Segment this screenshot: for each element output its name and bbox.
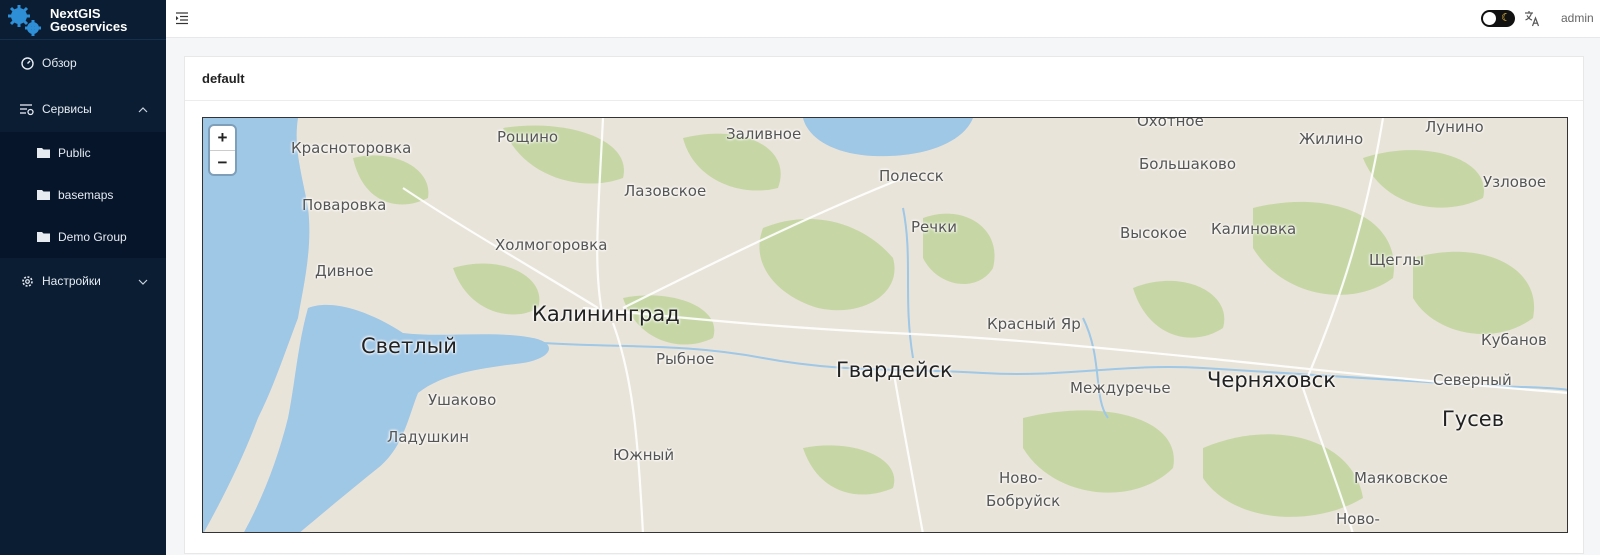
- sidebar-item-label: Сервисы: [42, 102, 92, 116]
- map-label: Холмогоровка: [495, 236, 608, 254]
- chevron-down-icon: [138, 276, 148, 286]
- brand[interactable]: NextGIS Geoservices: [0, 0, 166, 40]
- sidebar-item-label: Настройки: [42, 274, 101, 288]
- zoom-in-button[interactable]: +: [210, 126, 235, 150]
- map-label: Заливное: [726, 125, 802, 143]
- map-label: Светлый: [361, 334, 457, 358]
- sidebar-subitem-label: Demo Group: [58, 230, 127, 244]
- menu-collapse-icon[interactable]: [175, 11, 189, 25]
- map-label: Узловое: [1483, 173, 1547, 191]
- sidebar-item-label: Обзор: [42, 56, 77, 70]
- map-label: Гусев: [1442, 407, 1505, 431]
- sidebar-subitem-demo-group[interactable]: Demo Group: [0, 216, 166, 258]
- map-label: Полесск: [879, 167, 944, 185]
- chevron-up-icon: [138, 104, 148, 114]
- map-label: Гвардейск: [836, 358, 953, 382]
- folder-icon: [37, 189, 51, 201]
- services-submenu: Public basemaps Demo Group: [0, 132, 166, 258]
- map-label: Южный: [613, 446, 675, 464]
- map-label: Лунино: [1425, 118, 1484, 136]
- services-icon: [20, 102, 34, 116]
- moon-icon: ☾: [1501, 12, 1511, 24]
- sidebar-item-overview[interactable]: Обзор: [0, 40, 166, 86]
- gear-icon: [20, 274, 34, 288]
- map-label: Бобруйск: [986, 492, 1061, 510]
- map-label: Охотное: [1137, 117, 1204, 130]
- map-label: Калиновка: [1211, 220, 1297, 238]
- map-label: Маяковское: [1354, 469, 1448, 487]
- sidebar-subitem-public[interactable]: Public: [0, 132, 166, 174]
- sidebar-subitem-basemaps[interactable]: basemaps: [0, 174, 166, 216]
- zoom-control: + −: [210, 126, 235, 174]
- brand-line1: NextGIS: [50, 5, 101, 21]
- map-label: Северный: [1433, 371, 1512, 389]
- sidebar-item-settings[interactable]: Настройки: [0, 258, 166, 304]
- theme-toggle[interactable]: ☾: [1481, 10, 1515, 27]
- toggle-knob: [1483, 12, 1496, 25]
- map-label: Жилино: [1299, 130, 1364, 148]
- sidebar-subitem-label: basemaps: [58, 188, 114, 202]
- dashboard-icon: [20, 56, 34, 70]
- map-label: Поваровка: [302, 196, 387, 214]
- folder-icon: [37, 147, 51, 159]
- map-label: Высокое: [1120, 224, 1188, 242]
- zoom-out-button[interactable]: −: [210, 150, 235, 174]
- map-card: default Охотное Лунино Жилино Рощино Зал…: [184, 56, 1584, 554]
- map-label: Ушаково: [428, 391, 497, 409]
- map-label: Междуречье: [1070, 379, 1171, 397]
- translate-icon[interactable]: [1524, 10, 1542, 28]
- map-label: Черняховск: [1207, 368, 1336, 392]
- folder-icon: [37, 231, 51, 243]
- sidebar-subitem-label: Public: [58, 146, 91, 160]
- map-label: Рощино: [497, 128, 559, 146]
- map-label: Ладушкин: [387, 428, 470, 446]
- map-label: Щеглы: [1369, 251, 1424, 269]
- top-header: ☾ admin: [166, 0, 1600, 38]
- map-view[interactable]: Охотное Лунино Жилино Рощино Заливное Кр…: [202, 117, 1568, 533]
- brand-line2: Geoservices: [50, 18, 128, 34]
- map-label: Красноторовка: [291, 139, 412, 157]
- map-label: Рыбное: [656, 350, 715, 368]
- map-label: Красный Яр: [987, 315, 1081, 333]
- map-label: Кубанов: [1481, 331, 1547, 349]
- sidebar: NextGIS Geoservices Обзор Сервисы Public: [0, 0, 166, 555]
- user-menu[interactable]: admin: [1561, 11, 1594, 25]
- map-label: Речки: [911, 218, 957, 236]
- map-label: Ново-: [1336, 510, 1380, 528]
- map-label: Калининград: [532, 302, 680, 326]
- nextgis-logo-icon: [6, 3, 42, 37]
- map-label: Ново-: [999, 469, 1043, 487]
- card-title: default: [185, 57, 1583, 101]
- sidebar-item-services[interactable]: Сервисы: [0, 86, 166, 132]
- map-label: Большаково: [1139, 155, 1237, 173]
- map-label: Дивное: [315, 262, 374, 280]
- map-label: Лазовское: [624, 182, 707, 200]
